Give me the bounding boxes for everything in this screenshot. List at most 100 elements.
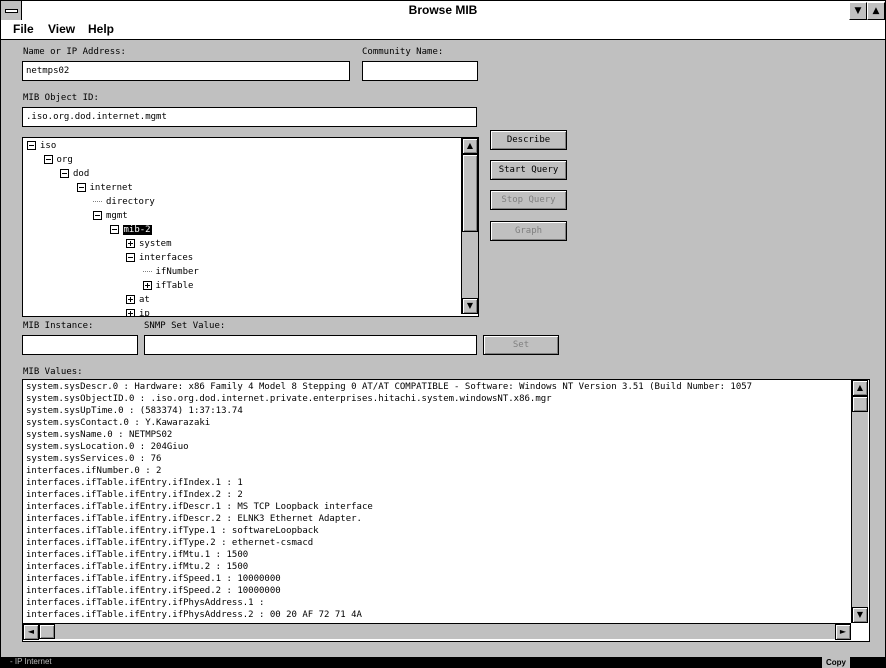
tree-node-label: at <box>139 295 150 305</box>
tree-leaf-connector <box>142 270 152 273</box>
taskbar: - IP Internet Copy <box>0 657 886 668</box>
collapse-icon[interactable] <box>27 141 36 150</box>
tree-node-label: internet <box>89 183 133 193</box>
minimize-button[interactable]: ▼ <box>849 2 867 20</box>
mib-tree[interactable]: iso org dod internet directory mgmt mib-2 syste… <box>22 137 479 317</box>
menu-view[interactable]: View <box>48 22 75 36</box>
tree-node[interactable]: internet <box>76 182 133 194</box>
taskbar-item[interactable]: - IP Internet <box>10 657 52 666</box>
tree-node[interactable]: mgmt <box>93 210 128 222</box>
mib-value-line[interactable]: system.sysUpTime.0 : (583374) 1:37:13.74 <box>26 405 243 417</box>
tree-node[interactable]: system <box>126 238 172 250</box>
collapse-icon[interactable] <box>43 155 53 164</box>
title-bar[interactable]: Browse MIB ▼ ▲ <box>1 1 885 22</box>
values-scroll-up-icon[interactable]: ▲ <box>852 380 868 396</box>
values-scroll-left-icon[interactable]: ◄ <box>23 624 39 640</box>
window-title: Browse MIB <box>408 3 478 17</box>
mib-value-line[interactable]: interfaces.ifTable.ifEntry.ifMtu.2 : 150… <box>26 561 248 573</box>
set-button[interactable]: Set <box>483 335 559 355</box>
browse-mib-window: Browse MIB ▼ ▲ File View Help Name or IP… <box>0 0 886 658</box>
tree-scroll-down-icon[interactable]: ▼ <box>462 298 478 314</box>
mib-value-line[interactable]: interfaces.ifTable.ifEntry.ifType.1 : so… <box>26 525 319 537</box>
tree-node-label: iso <box>40 141 57 151</box>
mib-value-line[interactable]: interfaces.ifTable.ifEntry.ifMtu.1 : 150… <box>26 549 248 561</box>
tree-scroll-up-icon[interactable]: ▲ <box>462 138 478 154</box>
tree-scroll-thumb[interactable] <box>462 154 478 232</box>
collapse-icon[interactable] <box>76 183 86 192</box>
mib-value-line[interactable]: system.sysLocation.0 : 204Giuo <box>26 441 189 453</box>
collapse-icon[interactable] <box>93 211 102 220</box>
expand-icon[interactable] <box>126 309 135 316</box>
mib-value-line[interactable]: interfaces.ifTable.ifEntry.ifPhysAddress… <box>26 609 362 621</box>
tree-vertical-scrollbar[interactable]: ▲ ▼ <box>461 138 478 314</box>
mib-value-line[interactable]: interfaces.ifTable.ifEntry.ifSpeed.1 : 1… <box>26 573 281 585</box>
collapse-icon[interactable] <box>109 225 119 234</box>
mib-value-line[interactable]: interfaces.ifTable.ifEntry.ifDescr.1 : M… <box>26 501 373 513</box>
graph-button[interactable]: Graph <box>490 221 567 241</box>
mib-values-list[interactable]: system.sysDescr.0 : Hardware: x86 Family… <box>22 379 870 642</box>
tree-node-label: ip <box>139 309 150 317</box>
tree-node[interactable]: ip <box>126 308 150 317</box>
values-vertical-scrollbar[interactable]: ▲ ▼ <box>851 380 868 623</box>
tree-node-label: dod <box>73 169 90 179</box>
mib-value-line[interactable]: interfaces.ifTable.ifEntry.ifDescr.2 : E… <box>26 513 362 525</box>
describe-button[interactable]: Describe <box>490 130 567 150</box>
values-hscroll-thumb[interactable] <box>39 624 55 639</box>
tree-node[interactable]: mib-2 <box>109 224 152 236</box>
instance-input[interactable] <box>22 335 138 355</box>
mib-value-line[interactable]: interfaces.ifTable.ifEntry.ifIndex.2 : 2 <box>26 489 243 501</box>
oid-input[interactable]: .iso.org.dod.internet.mgmt <box>22 107 477 127</box>
values-scroll-thumb[interactable] <box>852 396 868 412</box>
tree-node[interactable]: directory <box>93 196 155 208</box>
mib-value-line[interactable]: system.sysDescr.0 : Hardware: x86 Family… <box>26 381 752 393</box>
expand-icon[interactable] <box>142 281 152 290</box>
mib-value-line[interactable]: system.sysName.0 : NETMPS02 <box>26 429 172 441</box>
tree-node[interactable]: interfaces <box>126 252 193 264</box>
tree-node-label: mgmt <box>106 211 128 221</box>
tree-node[interactable]: iso <box>27 140 56 152</box>
tree-node[interactable]: at <box>126 294 150 306</box>
mib-value-line[interactable]: system.sysObjectID.0 : .iso.org.dod.inte… <box>26 393 552 405</box>
collapse-icon[interactable] <box>126 253 135 262</box>
community-label: Community Name: <box>362 47 444 57</box>
tree-node[interactable]: ifNumber <box>142 266 199 278</box>
values-scroll-down-icon[interactable]: ▼ <box>852 607 868 623</box>
tree-node-label: mib-2 <box>122 225 152 235</box>
oid-label: MIB Object ID: <box>23 93 99 103</box>
tree-node[interactable]: org <box>43 154 73 166</box>
name-input[interactable]: netmps02 <box>22 61 350 81</box>
instance-label: MIB Instance: <box>23 321 94 331</box>
tree-node-label: system <box>139 239 172 249</box>
menu-bar: File View Help <box>1 21 885 40</box>
tree-node-label: ifTable <box>155 281 194 291</box>
tree-node-label: org <box>56 155 73 165</box>
mib-value-line[interactable]: interfaces.ifTable.ifEntry.ifSpeed.2 : 1… <box>26 585 281 597</box>
tree-node-label: directory <box>106 197 155 207</box>
mib-values-label: MIB Values: <box>23 367 83 377</box>
mib-value-line[interactable]: interfaces.ifNumber.0 : 2 <box>26 465 161 477</box>
tree-node[interactable]: ifTable <box>142 280 194 292</box>
mib-value-line[interactable]: interfaces.ifTable.ifEntry.ifIndex.1 : 1 <box>26 477 243 489</box>
mib-value-line[interactable]: system.sysServices.0 : 76 <box>26 453 161 465</box>
tree-node[interactable]: dod <box>60 168 89 180</box>
tree-node-label: interfaces <box>139 253 194 263</box>
values-scroll-right-icon[interactable]: ► <box>835 624 851 640</box>
stop-query-button[interactable]: Stop Query <box>490 190 567 210</box>
start-query-button[interactable]: Start Query <box>490 160 567 180</box>
tree-node-label: ifNumber <box>155 267 199 277</box>
taskbar-copy-button[interactable]: Copy <box>822 657 850 668</box>
collapse-icon[interactable] <box>60 169 69 178</box>
set-value-input[interactable] <box>144 335 477 355</box>
set-value-label: SNMP Set Value: <box>144 321 226 331</box>
expand-icon[interactable] <box>126 239 135 248</box>
values-horizontal-scrollbar[interactable]: ◄ ► <box>23 623 851 640</box>
menu-help[interactable]: Help <box>88 22 114 36</box>
name-label: Name or IP Address: <box>23 47 126 57</box>
mib-value-line[interactable]: interfaces.ifTable.ifEntry.ifPhysAddress… <box>26 597 264 609</box>
expand-icon[interactable] <box>126 295 135 304</box>
mib-value-line[interactable]: system.sysContact.0 : Y.Kawarazaki <box>26 417 210 429</box>
maximize-button[interactable]: ▲ <box>867 2 885 20</box>
mib-value-line[interactable]: interfaces.ifTable.ifEntry.ifType.2 : et… <box>26 537 313 549</box>
menu-file[interactable]: File <box>13 22 34 36</box>
community-input[interactable] <box>362 61 478 81</box>
